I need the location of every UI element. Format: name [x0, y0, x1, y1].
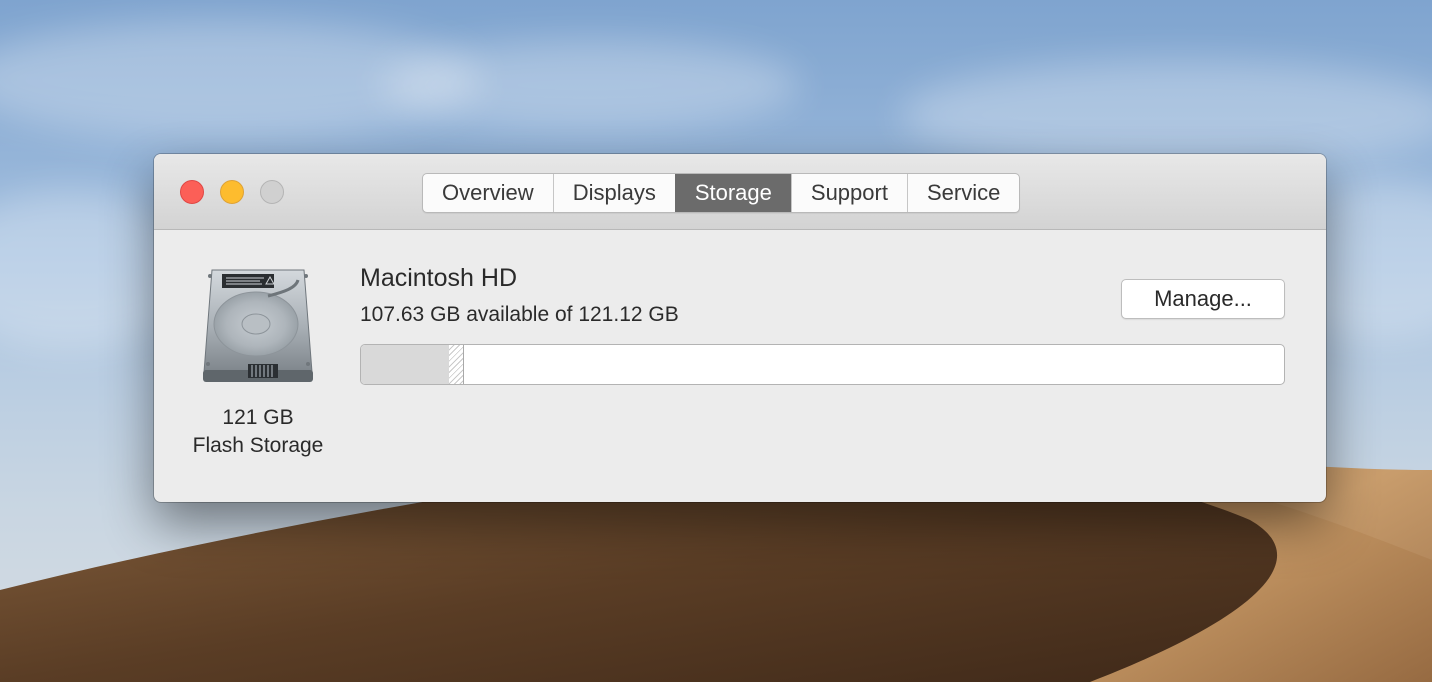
volume-name: Macintosh HD	[360, 264, 517, 292]
drive-size-label: 121 GB	[222, 406, 294, 429]
tab-service[interactable]: Service	[906, 174, 1019, 212]
storage-usage-bar	[360, 344, 1285, 385]
desktop-background: Overview Displays Storage Support Servic…	[0, 0, 1432, 682]
tab-support[interactable]: Support	[790, 174, 907, 212]
title-bar: Overview Displays Storage Support Servic…	[154, 154, 1326, 230]
storage-used-segment	[361, 345, 450, 384]
manage-button[interactable]: Manage...	[1121, 279, 1285, 319]
volume-availability: 107.63 GB available of 121.12 GB	[360, 303, 679, 326]
storage-other-segment	[448, 345, 465, 384]
hard-drive-icon	[203, 269, 313, 382]
zoom-button[interactable]	[260, 180, 284, 204]
close-button[interactable]	[180, 180, 204, 204]
drive-caption: 121 GB Flash Storage	[172, 404, 344, 460]
drive-type-label: Flash Storage	[192, 434, 324, 457]
storage-pane: 121 GB Flash Storage Macintosh HD 107.63…	[154, 230, 1326, 502]
tab-displays[interactable]: Displays	[552, 174, 675, 212]
tab-storage[interactable]: Storage	[674, 174, 791, 212]
tab-bar: Overview Displays Storage Support Servic…	[422, 173, 1021, 213]
minimize-button[interactable]	[220, 180, 244, 204]
about-this-mac-window: Overview Displays Storage Support Servic…	[154, 154, 1326, 502]
tab-overview[interactable]: Overview	[423, 174, 553, 212]
